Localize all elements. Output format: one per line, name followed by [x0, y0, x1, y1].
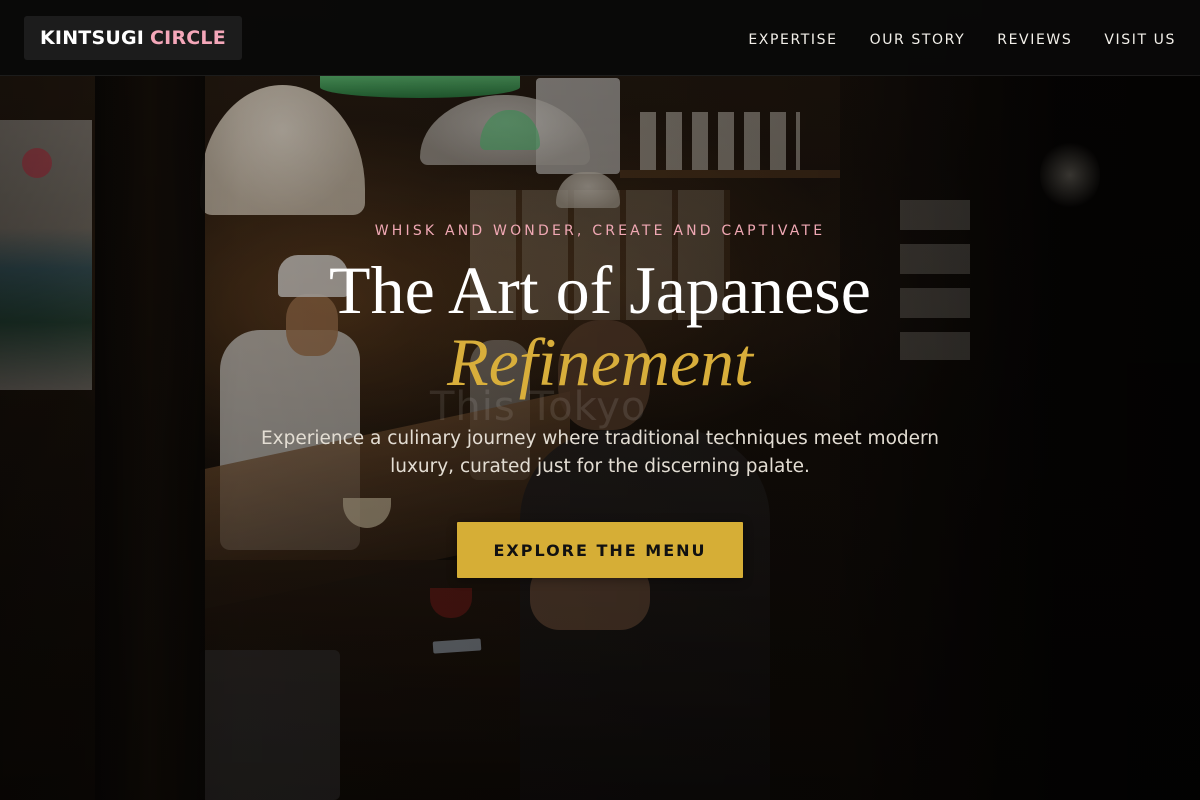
brand-logo[interactable]: KINTSUGI CIRCLE	[24, 16, 242, 60]
hero-title-line1: The Art of Japanese	[329, 252, 871, 328]
nav-item: VISIT US	[1104, 29, 1176, 48]
hero-eyebrow: WHISK AND WONDER, CREATE AND CAPTIVATE	[374, 223, 826, 239]
nav-item: EXPERTISE	[748, 29, 837, 48]
explore-menu-button[interactable]: EXPLORE THE MENU	[457, 522, 743, 578]
nav-link-our-story[interactable]: OUR STORY	[870, 32, 966, 48]
nav-menu: EXPERTISE OUR STORY REVIEWS VISIT US	[748, 0, 1176, 76]
hero-title: The Art of Japanese Refinement	[0, 256, 1200, 396]
brand-name-primary: KINTSUGI	[40, 27, 145, 49]
nav-item: REVIEWS	[997, 29, 1072, 48]
hero-subtitle: Experience a culinary journey where trad…	[260, 428, 940, 477]
hero-section: WHISK AND WONDER, CREATE AND CAPTIVATE T…	[0, 76, 1200, 800]
hero-title-accent: Refinement	[447, 324, 753, 400]
top-navbar: KINTSUGI CIRCLE EXPERTISE OUR STORY REVI…	[0, 0, 1200, 76]
brand-name-accent: CIRCLE	[150, 27, 226, 49]
nav-link-visit-us[interactable]: VISIT US	[1104, 32, 1176, 48]
nav-link-reviews[interactable]: REVIEWS	[997, 32, 1072, 48]
nav-link-expertise[interactable]: EXPERTISE	[748, 32, 837, 48]
nav-item: OUR STORY	[870, 29, 966, 48]
landing-page: KINTSUGI CIRCLE EXPERTISE OUR STORY REVI…	[0, 0, 1200, 800]
